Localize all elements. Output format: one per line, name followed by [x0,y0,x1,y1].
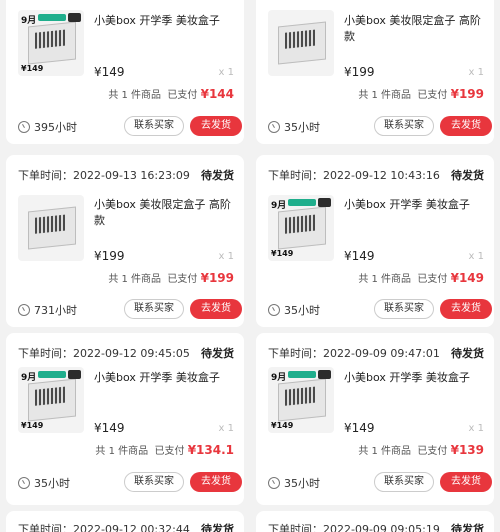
product-title: 小美box 开学季 美妆盒子 [94,371,220,384]
product-quantity: x 1 [218,251,234,262]
order-status: 待发货 [201,347,234,360]
order-status: 待发货 [201,169,234,182]
order-card[interactable]: 下单时间：2022-09-09 09:05:19 待发货 [256,511,494,532]
order-summary: 共 1 件商品 已支付 ¥139 [358,443,484,457]
product-quantity: x 1 [468,251,484,262]
paid-amount: ¥134.1 [187,443,234,457]
order-header: 下单时间：2022-09-13 16:23:09 待发货 [18,167,234,183]
order-footer: 731小时 联系买家 去发货 [6,299,244,323]
elapsed-hours: 35小时 [284,477,320,490]
order-time: 下单时间：2022-09-09 09:47:01 [268,347,440,360]
order-time: 下单时间：2022-09-09 09:05:19 [268,523,440,532]
product-price: ¥149 [344,249,375,263]
order-footer: 395小时 联系买家 去发货 [6,116,244,140]
elapsed-hours: 395小时 [34,121,77,134]
product-thumbnail: 9月 ¥149 [18,367,84,433]
paid-amount: ¥199 [200,271,234,285]
order-summary: 共 1 件商品 已支付 ¥144 [108,87,234,101]
clock-icon [18,121,30,133]
product-quantity: x 1 [218,423,234,434]
product-price: ¥149 [94,65,125,79]
order-header: 下单时间：2022-09-09 09:05:19 待发货 [268,521,484,532]
order-header: 下单时间：2022-09-12 09:45:05 待发货 [18,345,234,361]
order-header: 下单时间：2022-09-09 09:47:01 待发货 [268,345,484,361]
order-card[interactable]: 下单时间：2022-09-12 10:43:16 待发货 9月 ¥149 小美b… [256,155,494,327]
ship-button[interactable]: 去发货 [440,116,492,136]
clock-icon [268,304,280,316]
product-price: ¥149 [94,421,125,435]
order-card[interactable]: 下单时间：2022-09-09 09:47:01 待发货 9月 ¥149 小美b… [256,333,494,505]
order-card[interactable]: 9月 ¥149 小美box 开学季 美妆盒子 ¥149 x 1 共 1 件商品 … [6,0,244,144]
order-card[interactable]: 下单时间：2022-09-12 00:32:44 待发货 [6,511,244,532]
ship-button[interactable]: 去发货 [190,472,242,492]
product-title: 小美box 开学季 美妆盒子 [94,14,220,27]
order-time: 下单时间：2022-09-12 10:43:16 [268,169,440,182]
order-status: 待发货 [451,169,484,182]
clock-icon [18,477,30,489]
product-title: 小美box 美妆限定盒子 高阶款 [344,14,481,43]
order-time: 下单时间：2022-09-12 00:32:44 [18,523,190,532]
order-status: 待发货 [451,523,484,532]
order-time: 下单时间：2022-09-13 16:23:09 [18,169,190,182]
contact-buyer-button[interactable]: 联系买家 [124,299,184,319]
clock-icon [268,477,280,489]
paid-amount: ¥149 [450,271,484,285]
ship-button[interactable]: 去发货 [440,472,492,492]
order-card[interactable]: 下单时间：2022-09-13 16:23:09 待发货 小美box 美妆限定盒… [6,155,244,327]
elapsed-hours: 35小时 [34,477,70,490]
product-price: ¥199 [94,249,125,263]
product-thumbnail [18,195,84,261]
product-thumbnail: 9月 ¥149 [268,367,334,433]
product-quantity: x 1 [468,67,484,78]
ship-button[interactable]: 去发货 [440,299,492,319]
product-title: 小美box 美妆限定盒子 高阶款 [94,198,231,227]
product-thumbnail: 9月 ¥149 [268,195,334,261]
product-title: 小美box 开学季 美妆盒子 [344,371,470,384]
product-thumbnail [268,10,334,76]
ship-button[interactable]: 去发货 [190,116,242,136]
product-price: ¥149 [344,421,375,435]
elapsed-hours: 731小时 [34,304,77,317]
order-status: 待发货 [201,523,234,532]
elapsed-hours: 35小时 [284,121,320,134]
order-footer: 35小时 联系买家 去发货 [256,116,494,140]
product-price: ¥199 [344,65,375,79]
contact-buyer-button[interactable]: 联系买家 [124,116,184,136]
order-time: 下单时间：2022-09-12 09:45:05 [18,347,190,360]
order-summary: 共 1 件商品 已支付 ¥199 [358,87,484,101]
product-quantity: x 1 [468,423,484,434]
contact-buyer-button[interactable]: 联系买家 [374,472,434,492]
paid-amount: ¥144 [200,87,234,101]
order-summary: 共 1 件商品 已支付 ¥149 [358,271,484,285]
product-title: 小美box 开学季 美妆盒子 [344,198,470,211]
order-status: 待发货 [451,347,484,360]
order-summary: 共 1 件商品 已支付 ¥199 [108,271,234,285]
order-footer: 35小时 联系买家 去发货 [256,299,494,323]
order-card[interactable]: 下单时间：2022-09-12 09:45:05 待发货 9月 ¥149 小美b… [6,333,244,505]
product-quantity: x 1 [218,67,234,78]
elapsed-hours: 35小时 [284,304,320,317]
order-grid: 9月 ¥149 小美box 开学季 美妆盒子 ¥149 x 1 共 1 件商品 … [0,0,500,532]
contact-buyer-button[interactable]: 联系买家 [124,472,184,492]
clock-icon [18,304,30,316]
order-header: 下单时间：2022-09-12 00:32:44 待发货 [18,521,234,532]
clock-icon [268,121,280,133]
order-summary: 共 1 件商品 已支付 ¥134.1 [95,443,234,457]
contact-buyer-button[interactable]: 联系买家 [374,116,434,136]
paid-amount: ¥139 [450,443,484,457]
product-thumbnail: 9月 ¥149 [18,10,84,76]
order-card[interactable]: 小美box 美妆限定盒子 高阶款 ¥199 x 1 共 1 件商品 已支付 ¥1… [256,0,494,144]
contact-buyer-button[interactable]: 联系买家 [374,299,434,319]
order-footer: 35小时 联系买家 去发货 [6,472,244,496]
paid-amount: ¥199 [450,87,484,101]
ship-button[interactable]: 去发货 [190,299,242,319]
order-header: 下单时间：2022-09-12 10:43:16 待发货 [268,167,484,183]
order-footer: 35小时 联系买家 去发货 [256,472,494,496]
